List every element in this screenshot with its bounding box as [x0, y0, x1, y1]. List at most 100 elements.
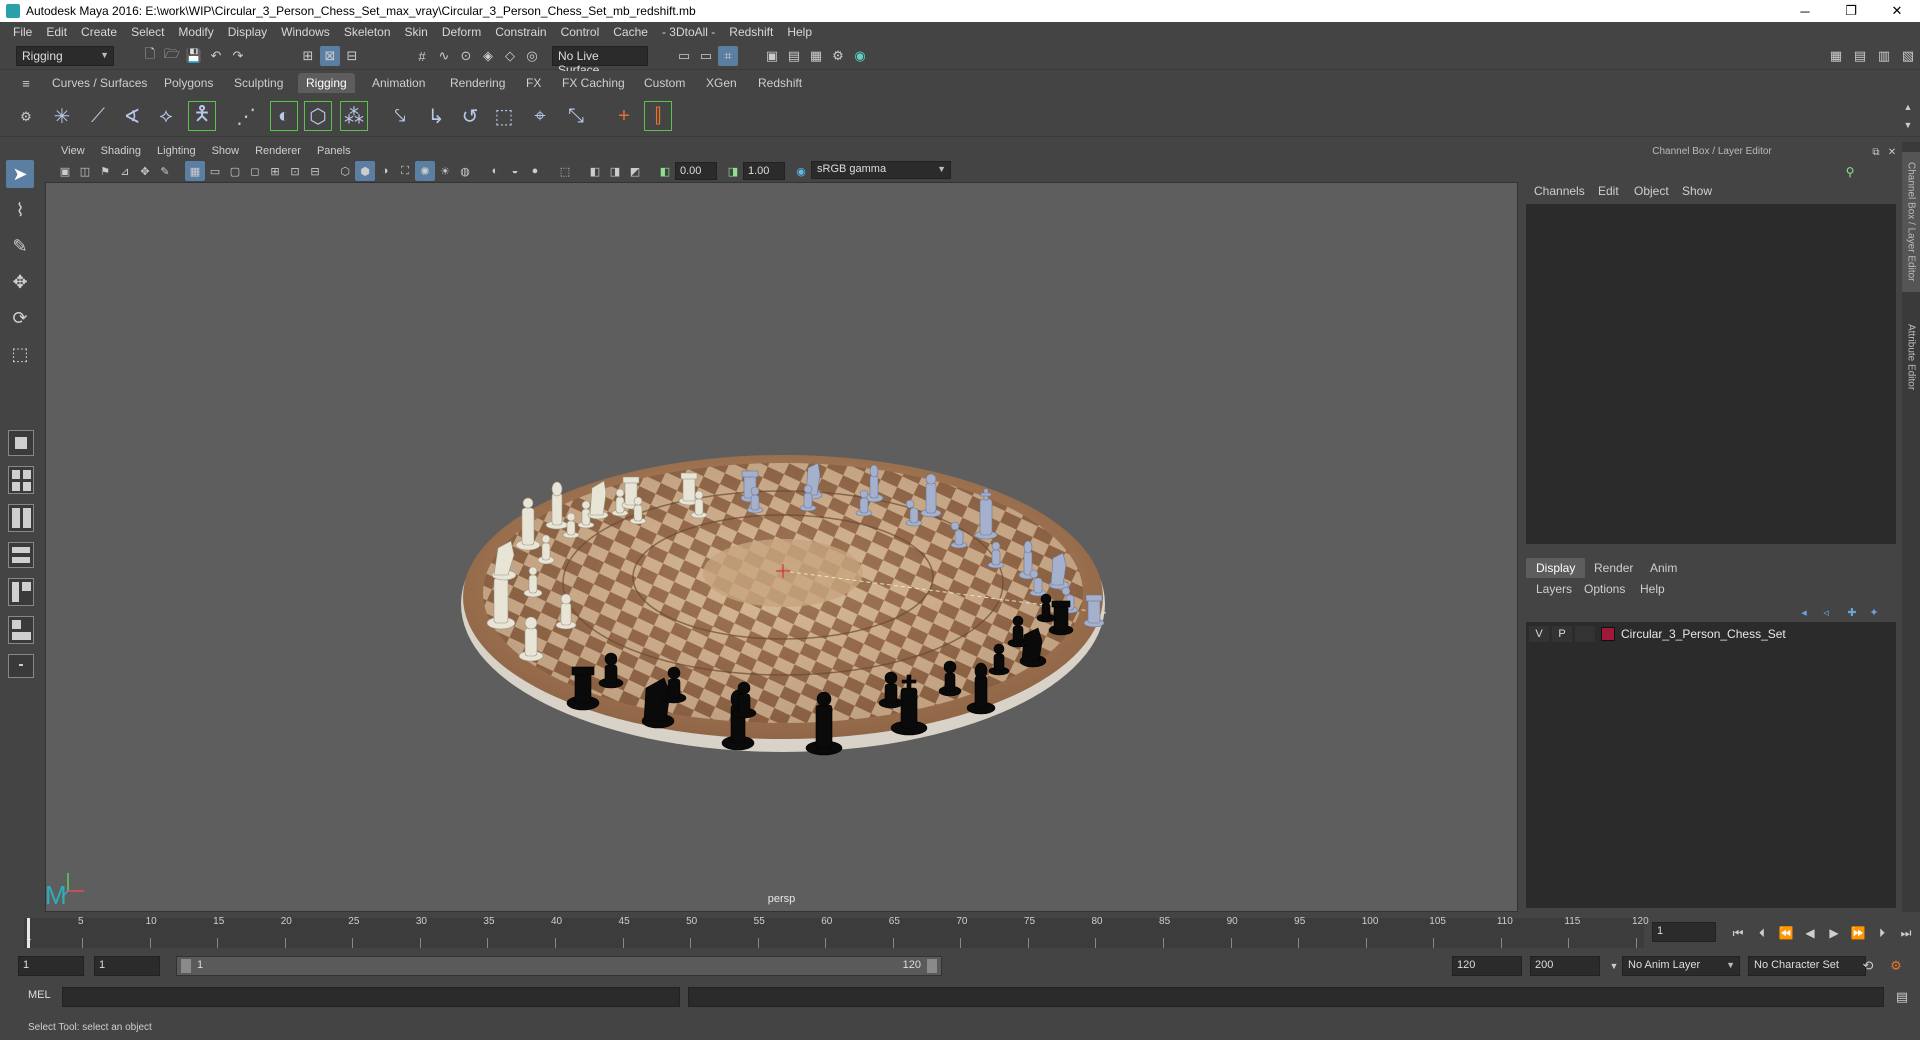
layer-visibility-toggle[interactable]: V [1529, 626, 1549, 642]
anim-end-field[interactable]: 200 [1530, 956, 1600, 976]
layer-type-toggle[interactable] [1575, 626, 1595, 642]
snap-curve-icon[interactable]: ∿ [434, 46, 454, 66]
field-chart-icon[interactable]: ⊞ [265, 161, 285, 181]
color-space-dropdown[interactable]: sRGB gamma ▼ [811, 161, 951, 179]
move-tool-icon[interactable]: ✥ [6, 268, 34, 296]
bookmark-icon[interactable]: ⚑ [95, 161, 115, 181]
range-handle-left[interactable] [181, 959, 191, 973]
step-back-key-icon[interactable]: ⏪ [1776, 924, 1796, 942]
shelf-menu-icon[interactable]: ≡ [16, 73, 36, 93]
textured-icon[interactable]: ⛶ [395, 161, 415, 181]
exposure-icon[interactable]: ◧ [655, 161, 675, 181]
gamma-icon[interactable]: ◨ [723, 161, 743, 181]
snap-grid-icon[interactable]: # [412, 46, 432, 66]
shelf-tab-rigging[interactable]: Rigging [298, 73, 355, 93]
xray-components-icon[interactable]: ◩ [625, 161, 645, 181]
redo-icon[interactable]: ↷ [228, 46, 248, 66]
gamma-field[interactable]: 1.00 [743, 162, 785, 180]
channel-box-vertical-tab[interactable]: Channel Box / Layer Editor [1902, 152, 1920, 292]
help-menu[interactable]: Help [1640, 582, 1665, 596]
cluster-icon[interactable]: ⁂ [340, 101, 368, 131]
shelf-tab-animation[interactable]: Animation [364, 73, 433, 93]
antialias-icon[interactable]: ◒ [505, 161, 525, 181]
menu-display[interactable]: Display [221, 25, 274, 39]
viewport-canvas[interactable]: M persp [45, 182, 1518, 912]
workspace-icon-1[interactable]: ▦ [1826, 46, 1846, 66]
shelf-tab-curves-surfaces[interactable]: Curves / Surfaces [44, 73, 155, 93]
anim-layer-dropdown[interactable]: No Anim Layer ▼ [1622, 956, 1740, 976]
locator-icon[interactable]: ⤥ [386, 101, 414, 131]
shelf-tab-rendering[interactable]: Rendering [442, 73, 513, 93]
input-ops-icon[interactable]: ▭ [674, 46, 694, 66]
menu-set-dropdown[interactable]: Rigging ▼ [16, 46, 114, 66]
shelf-scroll-up-icon[interactable]: ▲ [1898, 97, 1918, 117]
menu-create[interactable]: Create [74, 25, 124, 39]
render-view-icon[interactable]: ▤ [784, 46, 804, 66]
layer-playback-toggle[interactable]: P [1552, 626, 1572, 642]
live-surface-field[interactable]: No Live Surface [552, 46, 648, 77]
motion-blur-icon[interactable]: ◐ [485, 161, 505, 181]
workspace-icon-2[interactable]: ▤ [1850, 46, 1870, 66]
select-object-icon[interactable]: ⊠ [320, 46, 340, 66]
menu-select[interactable]: Select [124, 25, 171, 39]
menu-redshift[interactable]: Redshift [722, 25, 780, 39]
snap-view-plane-icon[interactable]: ◈ [478, 46, 498, 66]
aim-constraint-icon[interactable]: ↺ [456, 101, 484, 131]
channel-box-icon[interactable]: ⚲ [1840, 162, 1860, 182]
ipr-render-icon[interactable]: ▦ [806, 46, 826, 66]
camera-attr-icon[interactable]: ◫ [75, 161, 95, 181]
current-frame-field[interactable]: 1 [1652, 922, 1716, 942]
shelf-tab-xgen[interactable]: XGen [698, 73, 745, 93]
image-plane-icon[interactable]: ⊿ [115, 161, 135, 181]
xray-joints-icon[interactable]: ◨ [605, 161, 625, 181]
bind-skin-icon[interactable]: ⋰ [232, 101, 260, 131]
restore-button[interactable]: ❐ [1828, 0, 1874, 22]
shelf-tab-custom[interactable]: Custom [636, 73, 693, 93]
lattice-icon[interactable]: ⬡ [304, 101, 332, 131]
rotate-tool-icon[interactable]: ⟳ [6, 304, 34, 332]
graph-layout-icon[interactable] [8, 578, 34, 606]
outliner-layout-icon[interactable] [8, 542, 34, 568]
snap-point-icon[interactable]: ⊙ [456, 46, 476, 66]
vp-menu-view[interactable]: View [53, 145, 93, 157]
select-hierarchy-icon[interactable]: ⊞ [298, 46, 318, 66]
layers-menu[interactable]: Layers [1536, 582, 1572, 596]
parent-constraint-icon[interactable]: ⌖ [526, 101, 554, 131]
anim-end-chevron-icon[interactable]: ▼ [1604, 956, 1624, 976]
snap-surface-icon[interactable]: ◇ [500, 46, 520, 66]
play-backwards-icon[interactable]: ◀ [1800, 924, 1820, 942]
play-forwards-icon[interactable]: ▶ [1824, 924, 1844, 942]
anim-start-field[interactable]: 1 [94, 956, 160, 976]
scale-tool-icon[interactable]: ⬚ [6, 340, 34, 368]
step-forward-icon[interactable]: ⏵ [1872, 924, 1892, 942]
film-gate-icon[interactable]: ▭ [205, 161, 225, 181]
smooth-bind-icon[interactable]: ◐ [270, 101, 298, 131]
show-menu[interactable]: Show [1682, 184, 1712, 198]
two-pane-layout-icon[interactable] [8, 504, 34, 532]
hypershade-icon[interactable]: ◉ [850, 46, 870, 66]
move-layer-down-icon[interactable]: ◃ [1816, 602, 1836, 622]
menu-help[interactable]: Help [780, 25, 819, 39]
wire-on-shaded-icon[interactable]: ◑ [375, 161, 395, 181]
move-layer-up-icon[interactable]: ◂ [1794, 602, 1814, 622]
snap-live-icon[interactable]: ◎ [522, 46, 542, 66]
exposure-field[interactable]: 0.00 [675, 162, 717, 180]
layer-color-swatch[interactable] [1601, 627, 1615, 641]
vp-menu-show[interactable]: Show [204, 145, 248, 157]
layer-row[interactable]: V P Circular_3_Person_Chess_Set [1526, 624, 1896, 644]
character-set-dropdown[interactable]: No Character Set [1748, 956, 1866, 976]
options-menu[interactable]: Options [1584, 582, 1625, 596]
new-layer-icon[interactable]: ✚ [1842, 602, 1862, 622]
menu-windows[interactable]: Windows [274, 25, 337, 39]
safe-title-icon[interactable]: ⊟ [305, 161, 325, 181]
menu-constrain[interactable]: Constrain [488, 25, 553, 39]
channels-menu[interactable]: Channels [1534, 184, 1585, 198]
menu-skeleton[interactable]: Skeleton [337, 25, 398, 39]
single-pane-layout-icon[interactable] [8, 430, 34, 456]
output-ops-icon[interactable]: ▭ [696, 46, 716, 66]
menu-control[interactable]: Control [554, 25, 607, 39]
tab-display[interactable]: Display [1526, 558, 1586, 578]
humanik-icon[interactable]: 🯅 [188, 101, 216, 131]
select-tool-icon[interactable]: ➤ [6, 160, 34, 188]
anim-prefs-icon[interactable]: ⚙ [1886, 956, 1906, 976]
